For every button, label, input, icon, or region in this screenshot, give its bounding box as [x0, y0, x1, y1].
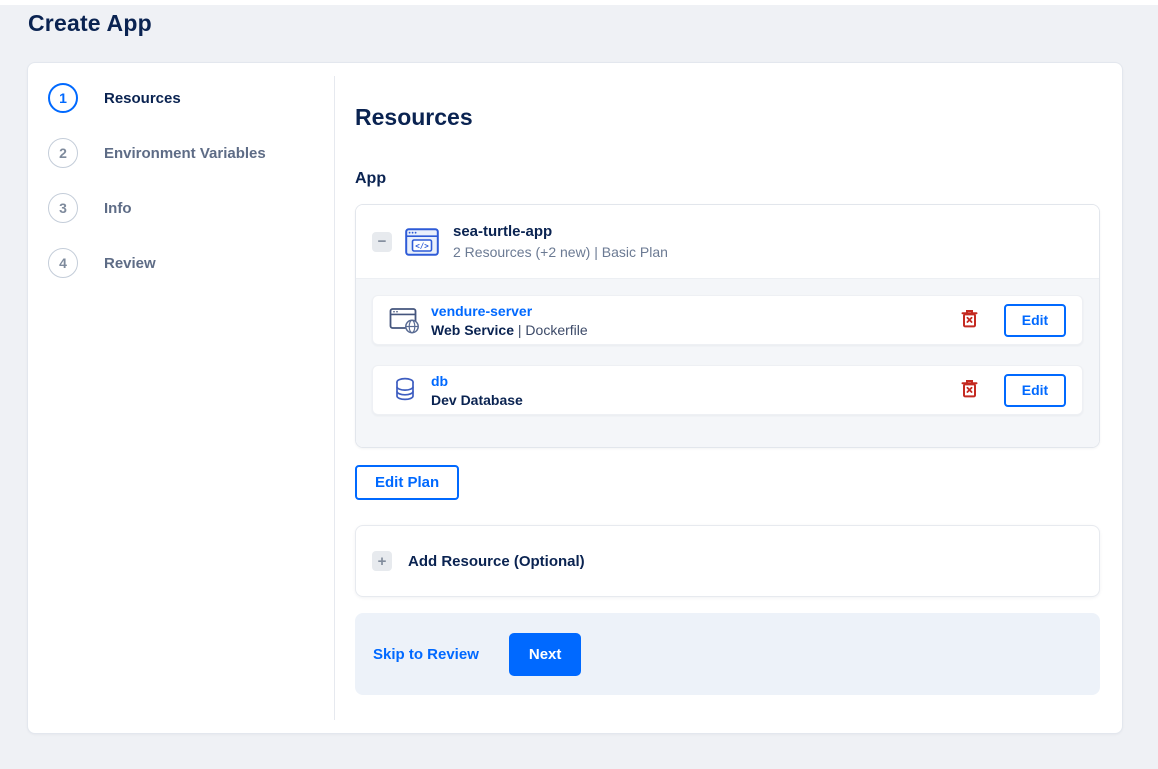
trash-icon — [961, 379, 978, 401]
step-number-badge: 1 — [48, 83, 78, 113]
edit-plan-button[interactable]: Edit Plan — [355, 465, 460, 500]
app-group-summary: 2 Resources (+2 new) | Basic Plan — [453, 244, 668, 260]
resource-row: vendure-server Web Service | Dockerfile — [372, 295, 1083, 345]
page-title: Create App — [28, 10, 152, 36]
plus-icon[interactable]: + — [372, 551, 392, 571]
wizard-stepper: 1 Resources 2 Environment Variables 3 In… — [28, 63, 334, 733]
svg-text:</>: </> — [415, 241, 429, 250]
app-group-name: sea-turtle-app — [453, 223, 553, 240]
step-number-badge: 3 — [48, 193, 78, 223]
resources-panel: Resources App − </> sea-turtle-app 2 Res… — [334, 63, 1122, 733]
resource-row: db Dev Database Edit — [372, 365, 1083, 415]
resource-name-link[interactable]: vendure-server — [431, 303, 588, 319]
edit-resource-button[interactable]: Edit — [1004, 373, 1066, 407]
step-review[interactable]: 4 Review — [48, 248, 334, 278]
step-label: Environment Variables — [104, 144, 266, 162]
top-strip — [0, 0, 1158, 5]
web-service-icon — [389, 306, 421, 334]
add-resource-label: Add Resource (Optional) — [408, 552, 585, 570]
resource-type: Web Service — [431, 321, 515, 338]
step-environment-variables[interactable]: 2 Environment Variables — [48, 138, 334, 168]
app-window-code-icon: </> — [405, 227, 439, 256]
step-label: Info — [104, 199, 132, 217]
app-group-card: − </> sea-turtle-app 2 Resources (+2 new… — [355, 204, 1100, 448]
next-button[interactable]: Next — [508, 632, 582, 676]
edit-resource-button[interactable]: Edit — [1004, 303, 1066, 337]
step-label: Review — [104, 254, 156, 272]
step-info[interactable]: 3 Info — [48, 193, 334, 223]
database-icon — [389, 376, 421, 404]
step-label: Resources — [104, 89, 181, 107]
delete-resource-button[interactable] — [957, 375, 982, 405]
create-app-card: 1 Resources 2 Environment Variables 3 In… — [27, 62, 1123, 734]
app-group-body: vendure-server Web Service | Dockerfile — [356, 279, 1099, 447]
step-number-badge: 4 — [48, 248, 78, 278]
app-section-label: App — [355, 170, 387, 187]
app-group-header: − </> sea-turtle-app 2 Resources (+2 new… — [356, 205, 1099, 279]
wizard-footer: Skip to Review Next — [355, 613, 1100, 695]
resource-detail: | Dockerfile — [517, 321, 588, 338]
skip-to-review-link[interactable]: Skip to Review — [373, 646, 479, 663]
resource-type: Dev Database — [431, 391, 523, 408]
collapse-icon[interactable]: − — [372, 231, 392, 252]
delete-resource-button[interactable] — [957, 305, 982, 335]
panel-title: Resources — [355, 104, 473, 130]
trash-icon — [961, 309, 978, 331]
add-resource-card[interactable]: + Add Resource (Optional) — [355, 525, 1100, 597]
sidebar-divider — [334, 76, 335, 720]
resource-name-link[interactable]: db — [431, 373, 523, 389]
step-resources[interactable]: 1 Resources — [48, 83, 334, 113]
step-number-badge: 2 — [48, 138, 78, 168]
